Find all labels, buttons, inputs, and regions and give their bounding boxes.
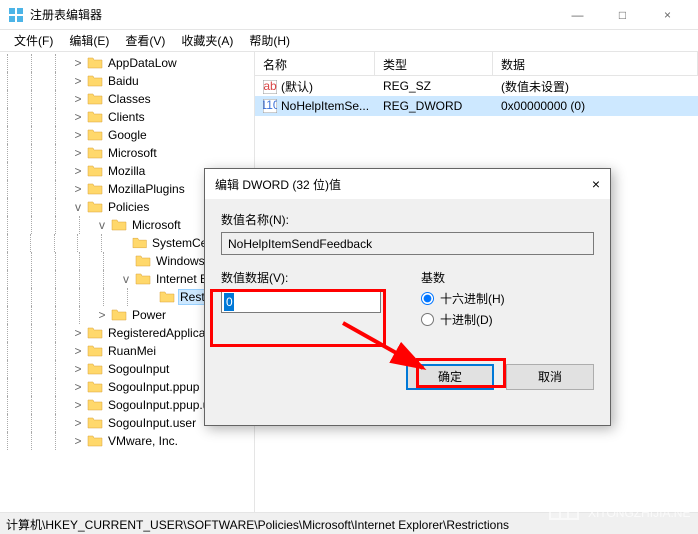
tree-label: Microsoft xyxy=(130,217,183,233)
tree-toggle-icon[interactable] xyxy=(144,290,156,304)
tree-toggle-icon[interactable]: > xyxy=(72,92,84,106)
tree-toggle-icon[interactable]: > xyxy=(72,56,84,70)
radio-hex[interactable] xyxy=(421,292,434,305)
list-row[interactable]: 110 NoHelpItemSe... REG_DWORD0x00000000 (0… xyxy=(255,96,698,116)
dialog-close-button[interactable]: × xyxy=(592,176,600,192)
radio-dec[interactable] xyxy=(421,313,434,326)
tree-toggle-icon[interactable]: > xyxy=(72,416,84,430)
value-name-input[interactable] xyxy=(221,232,594,255)
menu-help[interactable]: 帮助(H) xyxy=(241,30,298,51)
tree-label: Windows xyxy=(154,253,207,269)
list-row[interactable]: ab (默认) REG_SZ(数值未设置) xyxy=(255,76,698,96)
watermark-line1: 系统之家 xyxy=(588,491,637,506)
tree-label: AppDataLow xyxy=(106,55,179,71)
tree-node-vmware-inc-[interactable]: > VMware, Inc. xyxy=(0,432,254,450)
cancel-button[interactable]: 取消 xyxy=(506,364,594,390)
tree-toggle-icon[interactable]: > xyxy=(72,398,84,412)
radio-dec-row[interactable]: 十进制(D) xyxy=(421,311,505,328)
tree-label: Baidu xyxy=(106,73,141,89)
tree-label: Mozilla xyxy=(106,163,147,179)
tree-label: SogouInput xyxy=(106,361,171,377)
svg-text:ab: ab xyxy=(263,80,277,93)
dialog-title: 编辑 DWORD (32 位)值 xyxy=(215,176,592,193)
reg-value-icon: 110 xyxy=(263,99,277,113)
list-header: 名称 类型 数据 xyxy=(255,52,698,76)
value-data-label: 数值数据(V): xyxy=(221,269,381,286)
svg-text:110: 110 xyxy=(263,99,277,112)
tree-toggle-icon[interactable]: > xyxy=(72,128,84,142)
tree-node-microsoft[interactable]: > Microsoft xyxy=(0,144,254,162)
minimize-button[interactable]: — xyxy=(555,0,600,30)
tree-toggle-icon[interactable]: > xyxy=(72,182,84,196)
tree-node-appdatalow[interactable]: > AppDataLow xyxy=(0,54,254,72)
tree-label: SogouInput.user xyxy=(106,415,198,431)
col-name[interactable]: 名称 xyxy=(255,52,375,75)
tree-toggle-icon[interactable]: v xyxy=(96,218,108,232)
watermark: 系统之家 XITONGZHIJIA.NET xyxy=(542,479,692,528)
tree-label: RuanMei xyxy=(106,343,158,359)
cell-name: NoHelpItemSe... xyxy=(281,99,369,113)
tree-toggle-icon[interactable] xyxy=(117,236,129,250)
ok-button[interactable]: 确定 xyxy=(406,364,494,390)
tree-toggle-icon[interactable]: > xyxy=(72,164,84,178)
value-name-label: 数值名称(N): xyxy=(221,211,594,228)
radio-hex-row[interactable]: 十六进制(H) xyxy=(421,290,505,307)
tree-label: Microsoft xyxy=(106,145,159,161)
tree-label: Policies xyxy=(106,199,151,215)
edit-dword-dialog: 编辑 DWORD (32 位)值 × 数值名称(N): 数值数据(V): 基数 … xyxy=(204,168,611,426)
cell-type: REG_SZ xyxy=(375,77,493,95)
tree-toggle-icon[interactable]: > xyxy=(72,326,84,340)
tree-label: Power xyxy=(130,307,168,323)
menubar: 文件(F) 编辑(E) 查看(V) 收藏夹(A) 帮助(H) xyxy=(0,30,698,52)
tree-toggle-icon[interactable]: > xyxy=(72,74,84,88)
value-data-input[interactable] xyxy=(221,290,381,313)
tree-label: Google xyxy=(106,127,149,143)
tree-label: VMware, Inc. xyxy=(106,433,180,449)
tree-toggle-icon[interactable]: > xyxy=(72,380,84,394)
maximize-button[interactable]: □ xyxy=(600,0,645,30)
cell-data: 0x00000000 (0) xyxy=(493,97,698,115)
tree-toggle-icon[interactable]: > xyxy=(96,308,108,322)
cell-type: REG_DWORD xyxy=(375,97,493,115)
reg-value-icon: ab xyxy=(263,80,277,94)
tree-toggle-icon[interactable]: v xyxy=(72,200,84,214)
menu-file[interactable]: 文件(F) xyxy=(6,30,61,51)
radio-dec-label: 十进制(D) xyxy=(440,311,493,328)
tree-node-baidu[interactable]: > Baidu xyxy=(0,72,254,90)
tree-node-google[interactable]: > Google xyxy=(0,126,254,144)
dialog-titlebar: 编辑 DWORD (32 位)值 × xyxy=(205,169,610,199)
status-path: 计算机\HKEY_CURRENT_USER\SOFTWARE\Policies\… xyxy=(6,518,509,532)
tree-node-clients[interactable]: > Clients xyxy=(0,108,254,126)
menu-favorites[interactable]: 收藏夹(A) xyxy=(173,30,241,51)
menu-edit[interactable]: 编辑(E) xyxy=(61,30,117,51)
radio-hex-label: 十六进制(H) xyxy=(440,290,505,307)
tree-toggle-icon[interactable]: > xyxy=(72,110,84,124)
close-button[interactable]: × xyxy=(645,0,690,30)
tree-toggle-icon[interactable]: > xyxy=(72,146,84,160)
tree-node-classes[interactable]: > Classes xyxy=(0,90,254,108)
tree-label: Classes xyxy=(106,91,153,107)
tree-toggle-icon[interactable]: > xyxy=(72,344,84,358)
tree-label: MozillaPlugins xyxy=(106,181,187,197)
tree-label: Clients xyxy=(106,109,147,125)
cell-name: (默认) xyxy=(281,80,313,94)
window-title: 注册表编辑器 xyxy=(30,6,555,23)
watermark-line2: XITONGZHIJIA.NET xyxy=(588,506,692,520)
col-type[interactable]: 类型 xyxy=(375,52,493,75)
tree-label: SogouInput.ppup xyxy=(106,379,201,395)
col-data[interactable]: 数据 xyxy=(493,52,698,75)
tree-toggle-icon[interactable]: > xyxy=(72,434,84,448)
titlebar: 注册表编辑器 — □ × xyxy=(0,0,698,30)
regedit-icon xyxy=(8,7,24,23)
base-label: 基数 xyxy=(421,269,505,286)
cell-data: (数值未设置) xyxy=(493,76,698,97)
tree-toggle-icon[interactable]: > xyxy=(72,362,84,376)
tree-toggle-icon[interactable]: v xyxy=(120,272,132,286)
tree-toggle-icon[interactable] xyxy=(120,254,132,268)
menu-view[interactable]: 查看(V) xyxy=(117,30,173,51)
